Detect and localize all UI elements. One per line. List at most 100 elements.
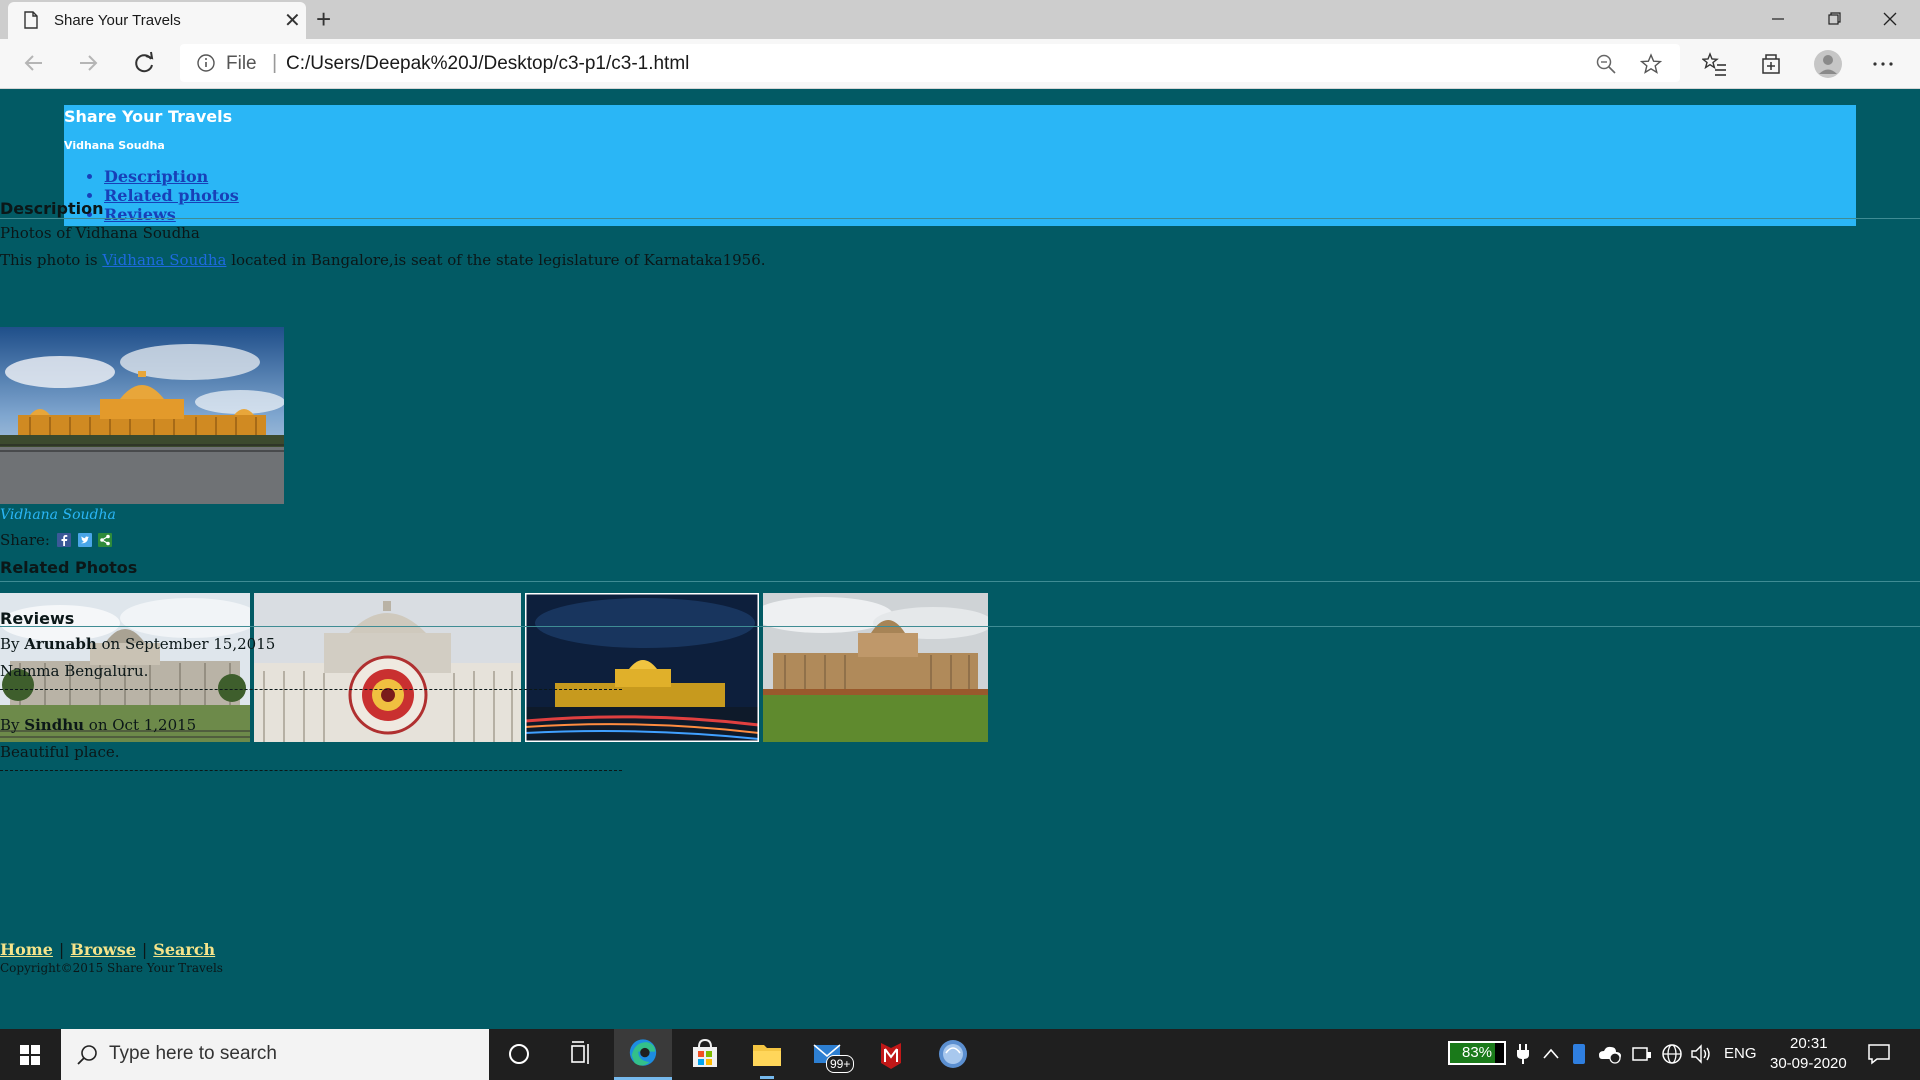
browser-tab-bar: Share Your Travels ✕ +: [0, 0, 1920, 39]
review-1-text: Namma Bengaluru.: [0, 662, 149, 680]
footer-separator: |: [58, 940, 65, 959]
related-photo-3[interactable]: [525, 593, 759, 742]
review-2-meta: By Sindhu on Oct 1,2015: [0, 716, 196, 734]
battery-indicator[interactable]: 83%: [1448, 1041, 1506, 1065]
chevron-up-icon[interactable]: [1541, 1044, 1561, 1064]
phone-link-icon[interactable]: [1571, 1043, 1587, 1065]
tab-title: Share Your Travels: [54, 12, 181, 29]
vidhana-soudha-link[interactable]: Vidhana Soudha: [102, 251, 226, 269]
new-tab-icon[interactable]: +: [316, 4, 331, 35]
volume-icon[interactable]: [1690, 1043, 1714, 1065]
related-photos-rule: [0, 581, 1920, 582]
search-icon: [77, 1045, 97, 1065]
page-icon: [24, 11, 38, 29]
reviews-rule: [0, 626, 1920, 627]
onedrive-sync-icon[interactable]: [1598, 1043, 1622, 1065]
windows-taskbar: Type here to search 99+ 83% ENG 20:31 30…: [0, 1029, 1920, 1080]
clock[interactable]: 20:31 30-09-2020: [1768, 1033, 1848, 1077]
more-options-icon[interactable]: [1870, 51, 1896, 77]
related-photos-heading: Related Photos: [0, 558, 138, 577]
description-line-1: Photos of Vidhana Soudha: [0, 224, 200, 242]
share-icon[interactable]: [98, 533, 113, 547]
battery-percent: 83%: [1461, 1044, 1493, 1061]
twitter-icon[interactable]: [77, 533, 92, 547]
refresh-icon[interactable]: [128, 47, 160, 79]
mail-badge: 99+: [826, 1055, 855, 1073]
favorites-icon[interactable]: [1702, 51, 1728, 77]
network-app-icon[interactable]: [924, 1029, 982, 1080]
description-text-prefix: This photo is: [0, 251, 103, 269]
footer-link-browse[interactable]: Browse: [70, 940, 136, 959]
address-bar[interactable]: File | C:/Users/Deepak%20J/Desktop/c3-p1…: [180, 44, 1680, 82]
clock-date: 30-09-2020: [1770, 1055, 1847, 1072]
related-photo-2[interactable]: [254, 593, 521, 742]
nav-item-related-photos: Related photos: [104, 186, 239, 205]
web-page: Share Your Travels Vidhana Soudha Descri…: [0, 89, 1920, 1029]
header-nav: Description Related photos Reviews: [104, 167, 239, 224]
taskbar-search-placeholder: Type here to search: [109, 1043, 277, 1064]
tab-close-icon[interactable]: ✕: [284, 8, 301, 33]
nav-link-reviews[interactable]: Reviews: [104, 205, 176, 224]
info-icon[interactable]: [196, 53, 216, 73]
share-bar: Share:: [0, 531, 113, 549]
microsoft-store-icon[interactable]: [676, 1029, 734, 1080]
site-header: Share Your Travels Vidhana Soudha Descri…: [64, 105, 1856, 226]
task-view-icon[interactable]: [552, 1029, 610, 1080]
mcafee-icon[interactable]: [862, 1029, 920, 1080]
notifications-icon[interactable]: [1866, 1041, 1892, 1067]
address-separator: |: [272, 52, 278, 74]
description-line-2: This photo is Vidhana Soudha located in …: [0, 251, 766, 269]
review-1-author: Arunabh: [24, 635, 97, 653]
review-2-text: Beautiful place.: [0, 743, 120, 761]
copyright-text: Copyright©2015 Share Your Travels: [0, 961, 223, 975]
description-heading: Description: [0, 199, 104, 218]
zoom-icon[interactable]: [1595, 53, 1617, 75]
main-photo[interactable]: [0, 327, 284, 504]
power-plug-icon[interactable]: [1514, 1042, 1532, 1066]
footer-link-home[interactable]: Home: [0, 940, 53, 959]
review-divider: [0, 770, 622, 771]
review-2-date: on Oct 1,2015: [84, 716, 197, 734]
window-close-icon[interactable]: [1862, 4, 1918, 34]
input-language[interactable]: ENG: [1724, 1045, 1757, 1062]
nav-link-description[interactable]: Description: [104, 167, 208, 186]
clock-time: 20:31: [1790, 1035, 1828, 1052]
address-url[interactable]: C:/Users/Deepak%20J/Desktop/c3-p1/c3-1.h…: [286, 53, 689, 75]
site-title: Share Your Travels: [64, 107, 233, 126]
minimize-icon[interactable]: [1750, 4, 1806, 34]
file-explorer-icon[interactable]: [738, 1029, 796, 1080]
mail-app[interactable]: 99+: [800, 1029, 858, 1080]
mail-icon: [813, 1044, 841, 1063]
cortana-icon[interactable]: [490, 1029, 548, 1080]
footer-separator: |: [141, 940, 148, 959]
review-2-by: By: [0, 716, 25, 734]
facebook-icon[interactable]: [56, 533, 71, 547]
address-scheme: File: [226, 53, 257, 74]
browser-tab[interactable]: Share Your Travels ✕: [8, 2, 306, 39]
device-icon[interactable]: [1631, 1044, 1653, 1064]
description-rule: [0, 218, 1920, 219]
footer-nav: Home | Browse | Search: [0, 940, 215, 959]
nav-link-related-photos[interactable]: Related photos: [104, 186, 239, 205]
forward-icon[interactable]: [72, 47, 104, 79]
collections-icon[interactable]: [1758, 51, 1784, 77]
restore-icon[interactable]: [1806, 4, 1862, 34]
globe-network-icon[interactable]: [1660, 1042, 1684, 1066]
site-subtitle: Vidhana Soudha: [64, 139, 165, 152]
review-1-date: on September 15,2015: [96, 635, 276, 653]
back-icon[interactable]: [18, 47, 50, 79]
related-photo-4[interactable]: [763, 593, 988, 742]
footer-link-search[interactable]: Search: [153, 940, 215, 959]
description-text-suffix: located in Bangalore,is seat of the stat…: [226, 251, 766, 269]
nav-item-reviews: Reviews: [104, 205, 239, 224]
browser-toolbar: File | C:/Users/Deepak%20J/Desktop/c3-p1…: [0, 39, 1920, 89]
windows-start-icon[interactable]: [8, 1037, 52, 1073]
profile-avatar-icon[interactable]: [1813, 49, 1843, 79]
review-1-meta: By Arunabh on September 15,2015: [0, 635, 275, 653]
photo-caption: Vidhana Soudha: [0, 507, 116, 523]
favorite-star-icon[interactable]: [1640, 53, 1662, 75]
taskbar-search-box[interactable]: Type here to search: [61, 1029, 489, 1080]
review-divider: [0, 689, 622, 690]
review-2-author: Sindhu: [24, 716, 85, 734]
edge-browser-icon[interactable]: [614, 1029, 672, 1080]
